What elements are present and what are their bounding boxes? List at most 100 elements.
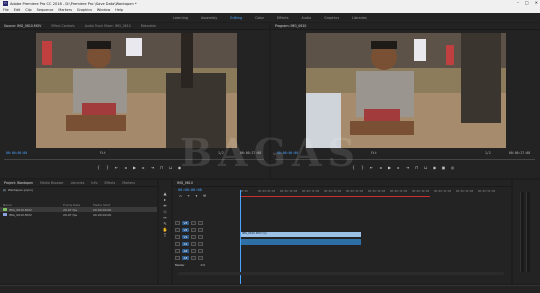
column-name[interactable]: Name [3,203,63,207]
extract-icon[interactable]: ⊔ [423,165,428,170]
workspace-color[interactable]: Color [255,16,264,20]
go-to-in-icon[interactable]: ⇤ [369,165,374,170]
solo-icon[interactable] [198,256,203,260]
eye-icon[interactable] [198,235,203,239]
hand-tool-icon[interactable]: ✋ [163,227,168,232]
eye-icon[interactable] [198,221,203,225]
track-label[interactable]: A1 [182,242,189,246]
project-item[interactable]: IMG_0610.MOV 29.97 fps 00:00:00:00 [0,212,157,217]
menu-graphics[interactable]: Graphics [77,8,92,12]
menu-help[interactable]: Help [115,8,123,12]
audio-clip[interactable] [241,239,361,245]
tab-markers[interactable]: Markers [122,181,135,185]
minimize-button[interactable]: – [517,0,519,5]
lock-icon[interactable] [191,228,196,232]
track-label[interactable]: V2 [182,228,189,232]
step-back-icon[interactable]: ◂ [378,165,383,170]
tab-audio-track-mixer[interactable]: Audio Track Mixer: IMG_0610 [85,24,131,28]
tab-project[interactable]: Project: Wantapen [4,181,33,185]
maximize-button[interactable]: □ [525,0,529,5]
overwrite-icon[interactable]: ⊔ [168,165,173,170]
eye-icon[interactable] [198,228,203,232]
workspace-editing[interactable]: Editing [230,16,242,20]
workspace-audio[interactable]: Audio [302,16,312,20]
source-patch-button[interactable] [175,256,180,260]
track-select-tool-icon[interactable]: ▸ [163,197,168,202]
menu-markers[interactable]: Markers [58,8,72,12]
source-patch-button[interactable] [175,242,180,246]
playhead[interactable] [240,190,241,284]
tab-info[interactable]: Info [91,181,97,185]
solo-icon[interactable] [198,242,203,246]
track-label[interactable]: V1 [182,235,189,239]
workspace-learning[interactable]: Learning [173,16,188,20]
mute-icon[interactable] [191,256,196,260]
program-fit-select[interactable]: Fit [371,151,377,155]
step-back-icon[interactable]: ◂ [123,165,128,170]
compare-view-icon[interactable]: ▣ [441,165,446,170]
tab-effect-controls[interactable]: Effect Controls [51,24,74,28]
workspace-libraries[interactable]: Libraries [352,16,367,20]
workspace-effects[interactable]: Effects [277,16,289,20]
timeline-timecode[interactable]: 00:00:00:00 [178,188,202,192]
master-volume[interactable]: 0.0 [201,263,205,267]
type-tool-icon[interactable]: T [163,233,168,238]
ripple-edit-tool-icon[interactable]: ⇹ [163,203,168,208]
go-to-in-icon[interactable]: ⇤ [114,165,119,170]
tab-metadata[interactable]: Metadata [141,24,156,28]
source-patch-button[interactable] [175,235,180,239]
video-clip[interactable]: IMG_0610.MOV [V] [241,232,361,237]
menu-window[interactable]: Window [97,8,110,12]
insert-icon[interactable]: ⊓ [159,165,164,170]
wrench-icon[interactable]: ⚒ [202,194,207,199]
lock-icon[interactable] [191,235,196,239]
go-to-out-icon[interactable]: ⇥ [150,165,155,170]
source-patch-button[interactable] [175,228,180,232]
workspace-graphics[interactable]: Graphics [324,16,339,20]
step-forward-icon[interactable]: ▸ [141,165,146,170]
export-frame-icon[interactable]: ◉ [432,165,437,170]
razor-tool-icon[interactable]: ◇ [163,209,168,214]
tab-timeline-sequence[interactable]: IMG_0610 [177,181,193,185]
menu-file[interactable]: File [3,8,9,12]
tab-program[interactable]: Program: IMG_0610 [275,24,306,28]
tab-source[interactable]: Source: IMG_0610.MOV [4,24,41,28]
tab-effects[interactable]: Effects [104,181,115,185]
column-media-start[interactable]: Media Start [93,203,123,207]
menu-clip[interactable]: Clip [25,8,31,12]
lock-icon[interactable] [191,221,196,225]
track-label[interactable]: A3 [182,256,189,260]
source-fit-select[interactable]: Fit [100,151,106,155]
workspace-assembly[interactable]: Assembly [201,16,217,20]
source-timecode-in[interactable]: 00:00:00:00 [6,151,27,155]
linked-selection-icon[interactable]: ⚭ [186,194,191,199]
step-forward-icon[interactable]: ▸ [396,165,401,170]
solo-icon[interactable] [198,249,203,253]
selection-tool-icon[interactable]: ▲ [163,191,168,196]
go-to-out-icon[interactable]: ⇥ [405,165,410,170]
menu-edit[interactable]: Edit [14,8,21,12]
pen-tool-icon[interactable]: ✎ [163,221,168,226]
menu-sequence[interactable]: Sequence [37,8,54,12]
program-scale-select[interactable]: 1/2 [485,151,491,155]
column-frame-rate[interactable]: Frame Rate [63,203,93,207]
mute-icon[interactable] [191,242,196,246]
mark-out-icon[interactable]: } [105,165,110,170]
close-button[interactable]: ✕ [535,0,538,5]
lift-icon[interactable]: ⊓ [414,165,419,170]
mute-icon[interactable] [191,249,196,253]
snap-icon[interactable]: ∩ [178,194,183,199]
vr-video-icon[interactable]: ◎ [450,165,455,170]
add-marker-icon[interactable]: ▾ [194,194,199,199]
track-label[interactable]: A2 [182,249,189,253]
track-label[interactable]: V3 [182,221,189,225]
play-icon[interactable]: ▶ [132,165,137,170]
work-area-bar[interactable] [240,196,430,197]
tab-media-browser[interactable]: Media Browser [40,181,64,185]
play-icon[interactable]: ▶ [387,165,392,170]
source-patch-button[interactable] [175,249,180,253]
source-patch-button[interactable] [175,221,180,225]
slip-tool-icon[interactable]: ↔ [163,215,168,220]
timeline-scrollbar[interactable] [178,272,504,275]
mark-in-icon[interactable]: { [96,165,101,170]
